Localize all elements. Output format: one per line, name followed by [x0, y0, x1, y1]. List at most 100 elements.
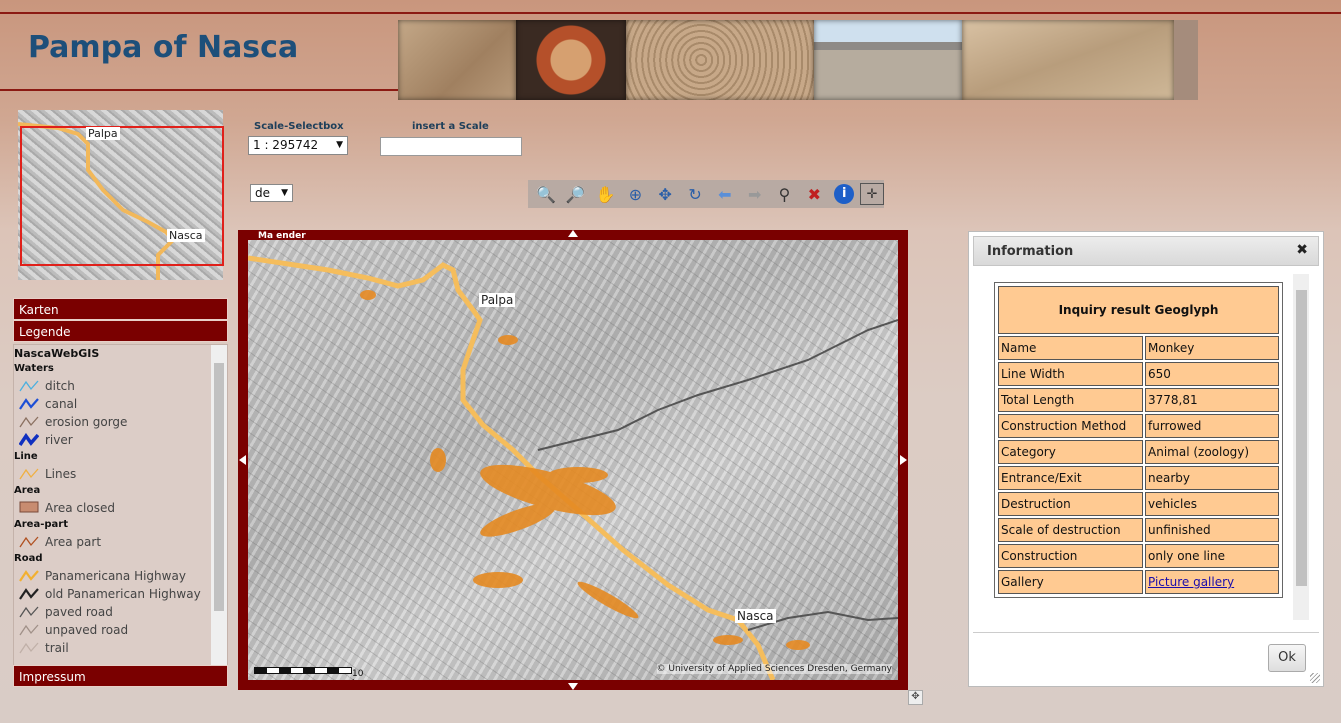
legend-symbol-icon: [19, 379, 41, 393]
legend-item: ditch: [14, 377, 209, 395]
river-line: [537, 319, 898, 451]
clear-icon[interactable]: ✖: [800, 181, 828, 207]
dialog-titlebar[interactable]: Information ✖: [973, 236, 1319, 266]
map-scalebar: 10 km: [254, 667, 366, 680]
refresh-icon[interactable]: ↻: [681, 181, 709, 207]
table-row: Construction Method furrowed: [998, 414, 1279, 438]
legend-item: trail: [14, 639, 209, 657]
page-title: Pampa of Nasca: [28, 30, 299, 65]
legend-item: Area closed: [14, 499, 209, 517]
header-rule-top: [0, 12, 1341, 14]
legend-item: paved road: [14, 603, 209, 621]
fullextent-icon[interactable]: ✛: [860, 183, 884, 205]
table-row: Gallery Picture gallery: [998, 570, 1279, 594]
legend-symbol-icon: [19, 569, 41, 583]
legend-root: NascaWebGIS: [14, 347, 100, 360]
legend-symbol-icon: [19, 397, 41, 411]
legend-item-label: old Panamerican Highway: [45, 587, 201, 601]
overview-map[interactable]: Palpa Nasca: [18, 110, 224, 280]
pan-hand-icon[interactable]: ✋: [592, 181, 620, 207]
select-icon[interactable]: ⚲: [771, 181, 799, 207]
result-key: Total Length: [998, 388, 1143, 412]
legend-content: NascaWebGIS Waters ditch canal erosion gorg…: [14, 347, 209, 657]
overview-label-nasca: Nasca: [167, 229, 205, 242]
geoglyph-areas: [360, 290, 810, 650]
legend-group-title: Waters: [14, 363, 54, 374]
dialog-scrollbar[interactable]: [1293, 274, 1309, 620]
map-view[interactable]: Palpa Nasca 10 km © University of Applie…: [248, 240, 898, 680]
result-value: vehicles: [1145, 492, 1279, 516]
legend-item-label: unpaved road: [45, 623, 129, 637]
pan-north-icon[interactable]: [568, 230, 578, 237]
dialog-title: Information: [987, 244, 1074, 259]
legend-scroll-thumb[interactable]: [214, 363, 224, 611]
map-frame: Ma ender Palpa Nasca 10 km: [238, 230, 908, 690]
dialog-divider: [973, 632, 1319, 633]
dialog-scroll-thumb[interactable]: [1296, 290, 1307, 586]
resize-grip-icon[interactable]: [1310, 673, 1320, 683]
overview-extent-box[interactable]: [20, 126, 224, 266]
map-label-palpa: Palpa: [479, 293, 516, 307]
picture-gallery-link[interactable]: Picture gallery: [1148, 575, 1234, 589]
map-label-nasca: Nasca: [735, 609, 776, 623]
result-key: Name: [998, 336, 1143, 360]
map-resize-icon[interactable]: ✥: [908, 690, 923, 705]
info-dialog: Information ✖ Inquiry result Geoglyph Na…: [968, 231, 1324, 687]
legend-group-title: Area: [14, 485, 41, 496]
result-key: Destruction: [998, 492, 1143, 516]
table-row: Category Animal (zoology): [998, 440, 1279, 464]
language-select[interactable]: de ▼: [250, 184, 293, 202]
pan-west-icon[interactable]: [239, 455, 246, 465]
chevron-down-icon: ▼: [336, 140, 343, 150]
legend-item: Area part: [14, 533, 209, 551]
table-row: Line Width 650: [998, 362, 1279, 386]
scale-select[interactable]: 1 : 295742 ▼: [248, 136, 348, 155]
scalebar-graphic: [254, 667, 352, 674]
close-icon[interactable]: ✖: [1296, 242, 1308, 258]
result-value: nearby: [1145, 466, 1279, 490]
banner-image-astronaut: [398, 20, 516, 100]
legend-item-label: Area part: [45, 535, 102, 549]
legend-panel: NascaWebGIS Waters ditch canal erosion gorg…: [13, 344, 228, 666]
legend-item: river: [14, 431, 209, 449]
forward-arrow-icon[interactable]: ➡: [741, 181, 769, 207]
banner-image-spiral: [626, 20, 814, 100]
result-value: 3778,81: [1145, 388, 1279, 412]
result-key: Gallery: [998, 570, 1143, 594]
legend-item: unpaved road: [14, 621, 209, 639]
pan-south-icon[interactable]: [568, 683, 578, 690]
zoom-extent-icon[interactable]: ⊕: [621, 181, 649, 207]
legend-symbol-icon: [19, 467, 41, 481]
result-key: Category: [998, 440, 1143, 464]
pan-east-icon[interactable]: [900, 455, 907, 465]
result-key: Line Width: [998, 362, 1143, 386]
zoom-in-icon[interactable]: 🔍: [532, 181, 560, 207]
legend-scrollbar[interactable]: [211, 345, 227, 665]
legend-item-label: paved road: [45, 605, 113, 619]
panel-karten[interactable]: Karten: [13, 298, 228, 320]
info-icon[interactable]: i: [830, 181, 858, 207]
result-key: Scale of destruction: [998, 518, 1143, 542]
legend-symbol-icon: [19, 605, 41, 619]
legend-item-label: Area closed: [45, 501, 115, 515]
map-toolbar: 🔍 🔎 ✋ ⊕ ✥ ↻ ⬅ ➡ ⚲ ✖ i ✛: [528, 180, 884, 208]
legend-symbol-icon: [19, 501, 41, 515]
table-row: Name Monkey: [998, 336, 1279, 360]
legend-symbol-icon: [19, 535, 41, 549]
legend-item-label: Lines: [45, 467, 77, 481]
back-arrow-icon[interactable]: ⬅: [711, 181, 739, 207]
legend-item: canal: [14, 395, 209, 413]
panel-legende[interactable]: Legende: [13, 320, 228, 342]
chevron-down-icon: ▼: [281, 188, 288, 198]
zoom-out-icon[interactable]: 🔎: [562, 181, 590, 207]
language-select-value: de: [255, 186, 270, 200]
insert-scale-input[interactable]: [380, 137, 522, 156]
banner-image-pottery: [516, 20, 626, 100]
panel-impressum[interactable]: Impressum: [13, 665, 228, 687]
result-value: Animal (zoology): [1145, 440, 1279, 464]
legend-symbol-icon: [19, 433, 41, 447]
ok-button[interactable]: Ok: [1268, 644, 1306, 672]
move-icon[interactable]: ✥: [651, 181, 679, 207]
legend-item: Panamericana Highway: [14, 567, 209, 585]
overview-label-palpa: Palpa: [86, 127, 120, 140]
